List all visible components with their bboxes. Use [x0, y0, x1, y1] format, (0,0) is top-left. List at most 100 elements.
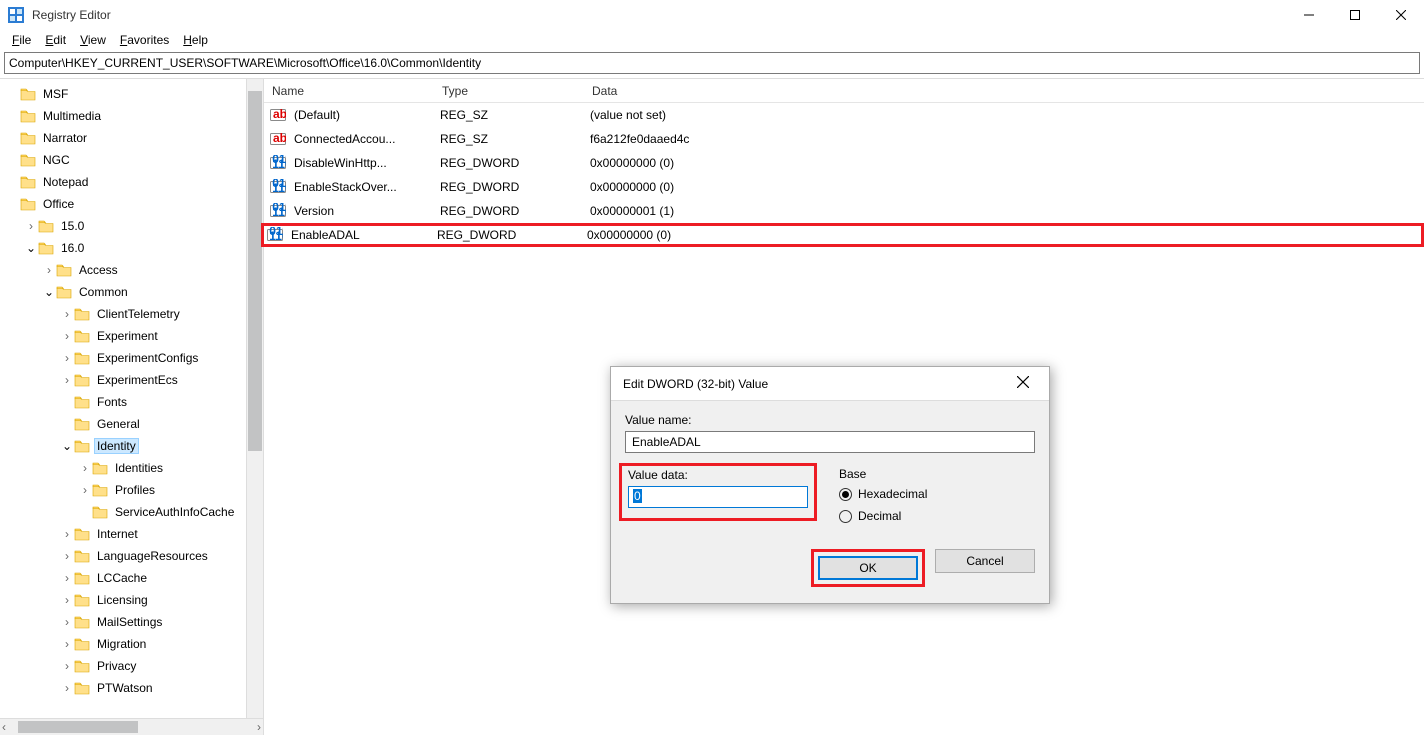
radio-hexadecimal[interactable]: Hexadecimal — [839, 487, 1035, 501]
chevron-right-icon[interactable]: › — [60, 594, 74, 606]
edit-dword-dialog: Edit DWORD (32-bit) Value Value name: Va… — [610, 366, 1050, 604]
tree-item-ngc[interactable]: NGC — [0, 149, 263, 171]
base-group: Base Hexadecimal Decimal — [839, 467, 1035, 531]
column-type[interactable]: Type — [434, 84, 584, 98]
registry-tree[interactable]: MSF Multimedia NarratorNGC Notepad Office›15… — [0, 79, 263, 699]
svg-text:110: 110 — [272, 181, 286, 195]
value-row[interactable]: 011110VersionREG_DWORD0x00000001 (1) — [264, 199, 1424, 223]
menu-edit[interactable]: Edit — [39, 31, 72, 49]
tree-item-experiment[interactable]: ›Experiment — [0, 325, 263, 347]
menu-help[interactable]: Help — [177, 31, 214, 49]
chevron-down-icon[interactable]: ⌄ — [24, 242, 38, 254]
folder-icon — [74, 307, 90, 321]
value-data: 0x00000001 (1) — [588, 204, 1424, 218]
column-data[interactable]: Data — [584, 84, 1424, 98]
tree-item-licensing[interactable]: ›Licensing — [0, 589, 263, 611]
scrollbar-thumb[interactable] — [248, 91, 262, 451]
scroll-right-arrow[interactable]: › — [257, 720, 261, 734]
cancel-button[interactable]: Cancel — [935, 549, 1035, 573]
scrollbar-thumb[interactable] — [18, 721, 138, 733]
tree-item-experimentconfigs[interactable]: › ExperimentConfigs — [0, 347, 263, 369]
minimize-button[interactable] — [1286, 0, 1332, 30]
radio-decimal[interactable]: Decimal — [839, 509, 1035, 523]
tree-item-serviceauthinfocache[interactable]: ServiceAuthInfoCache — [0, 501, 263, 523]
tree-item-label: Notepad — [40, 174, 91, 190]
value-name-field[interactable] — [625, 431, 1035, 453]
tree-item-label: Internet — [94, 526, 141, 542]
chevron-right-icon[interactable]: › — [60, 374, 74, 386]
value-type: REG_SZ — [438, 132, 588, 146]
tree-item-15-0[interactable]: ›15.0 — [0, 215, 263, 237]
tree-item-privacy[interactable]: ›Privacy — [0, 655, 263, 677]
value-name: Version — [292, 204, 438, 218]
close-button[interactable] — [1378, 0, 1424, 30]
tree-item-internet[interactable]: › Internet — [0, 523, 263, 545]
value-data: (value not set) — [588, 108, 1424, 122]
tree-item-languageresources[interactable]: ›LanguageResources — [0, 545, 263, 567]
value-row[interactable]: 011110DisableWinHttp...REG_DWORD0x000000… — [264, 151, 1424, 175]
tree-item-identity[interactable]: ⌄Identity — [0, 435, 263, 457]
chevron-right-icon[interactable]: › — [60, 352, 74, 364]
tree-item-ptwatson[interactable]: ›PTWatson — [0, 677, 263, 699]
chevron-right-icon[interactable]: › — [78, 484, 92, 496]
chevron-right-icon[interactable]: › — [60, 616, 74, 628]
dialog-close-button[interactable] — [1009, 376, 1037, 391]
tree-item-profiles[interactable]: ›Profiles — [0, 479, 263, 501]
menu-bar: File Edit View Favorites Help — [0, 30, 1424, 50]
chevron-down-icon[interactable]: ⌄ — [42, 286, 56, 298]
tree-vertical-scrollbar[interactable] — [246, 79, 263, 718]
address-input[interactable] — [4, 52, 1420, 74]
tree-item-fonts[interactable]: Fonts — [0, 391, 263, 413]
maximize-button[interactable] — [1332, 0, 1378, 30]
value-data-label: Value data: — [628, 468, 808, 482]
chevron-right-icon[interactable]: › — [60, 660, 74, 672]
tree-item-msf[interactable]: MSF — [0, 83, 263, 105]
chevron-right-icon[interactable]: › — [60, 682, 74, 694]
value-row[interactable]: 011110EnableStackOver...REG_DWORD0x00000… — [264, 175, 1424, 199]
chevron-right-icon[interactable]: › — [60, 330, 74, 342]
chevron-down-icon[interactable]: ⌄ — [60, 440, 74, 452]
dialog-title-bar[interactable]: Edit DWORD (32-bit) Value — [611, 367, 1049, 401]
tree-item-office[interactable]: Office — [0, 193, 263, 215]
tree-item-label: ExperimentConfigs — [94, 350, 201, 366]
menu-file[interactable]: File — [6, 31, 37, 49]
value-row[interactable]: ab(Default)REG_SZ(value not set) — [264, 103, 1424, 127]
values-header[interactable]: Name Type Data — [264, 79, 1424, 103]
tree-item-general[interactable]: General — [0, 413, 263, 435]
menu-view[interactable]: View — [74, 31, 112, 49]
tree-item-narrator[interactable]: Narrator — [0, 127, 263, 149]
tree-item-16-0[interactable]: ⌄16.0 — [0, 237, 263, 259]
chevron-right-icon[interactable]: › — [60, 638, 74, 650]
scroll-left-arrow[interactable]: ‹ — [2, 720, 6, 734]
column-name[interactable]: Name — [264, 84, 434, 98]
tree-item-lccache[interactable]: ›LCCache — [0, 567, 263, 589]
tree-item-multimedia[interactable]: Multimedia — [0, 105, 263, 127]
chevron-right-icon[interactable]: › — [60, 550, 74, 562]
menu-favorites[interactable]: Favorites — [114, 31, 175, 49]
tree-item-label: Multimedia — [40, 108, 104, 124]
chevron-right-icon[interactable]: › — [24, 220, 38, 232]
tree-item-access[interactable]: ›Access — [0, 259, 263, 281]
values-list[interactable]: ab(Default)REG_SZ(value not set)abConnec… — [264, 103, 1424, 247]
tree-item-experimentecs[interactable]: ›ExperimentEcs — [0, 369, 263, 391]
value-data-field[interactable]: 0 — [628, 486, 808, 508]
value-data-highlight: Value data: 0 — [619, 463, 817, 521]
chevron-right-icon[interactable]: › — [60, 572, 74, 584]
chevron-right-icon[interactable]: › — [78, 462, 92, 474]
tree-item-migration[interactable]: ›Migration — [0, 633, 263, 655]
tree-item-identities[interactable]: ›Identities — [0, 457, 263, 479]
tree-item-notepad[interactable]: Notepad — [0, 171, 263, 193]
chevron-right-icon[interactable]: › — [60, 308, 74, 320]
tree-horizontal-scrollbar[interactable]: ‹ › — [0, 718, 263, 735]
value-row[interactable]: 011110EnableADALREG_DWORD0x00000000 (0) — [261, 223, 1424, 247]
chevron-right-icon[interactable]: › — [60, 528, 74, 540]
reg-dword-icon: 011110 — [270, 203, 286, 219]
tree-item-mailsettings[interactable]: ›MailSettings — [0, 611, 263, 633]
chevron-right-icon[interactable]: › — [42, 264, 56, 276]
tree-pane: MSF Multimedia NarratorNGC Notepad Office›15… — [0, 79, 264, 735]
ok-button[interactable]: OK — [818, 556, 918, 580]
value-row[interactable]: abConnectedAccou...REG_SZf6a212fe0daaed4… — [264, 127, 1424, 151]
tree-item-clienttelemetry[interactable]: ›ClientTelemetry — [0, 303, 263, 325]
tree-item-common[interactable]: ⌄Common — [0, 281, 263, 303]
window-title: Registry Editor — [32, 8, 1286, 22]
